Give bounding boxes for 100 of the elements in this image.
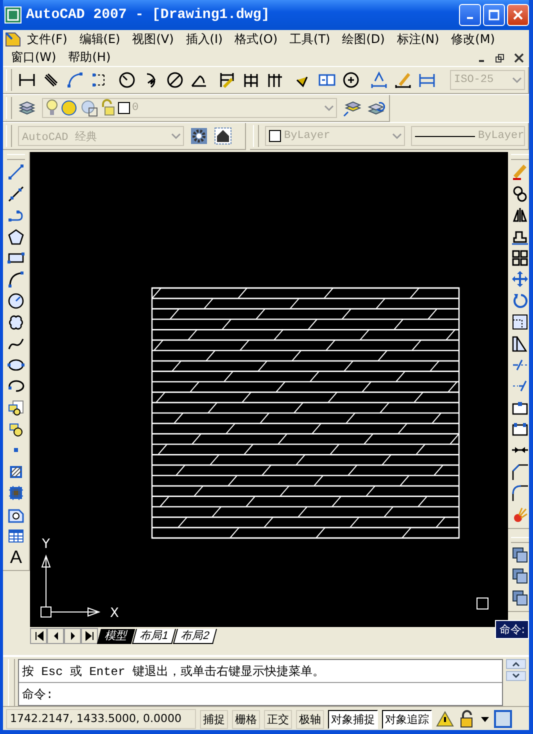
minimize-icon: [478, 60, 484, 62]
insert-block-icon[interactable]: [7, 398, 25, 417]
minimize-icon: [467, 17, 473, 19]
menu-item[interactable]: 窗口(W): [5, 48, 62, 66]
cursor-box: [476, 598, 488, 610]
fillet-icon[interactable]: [510, 484, 528, 502]
center-mark-icon[interactable]: [342, 71, 360, 89]
layout-tab[interactable]: 模型: [97, 628, 135, 644]
next-tab-button[interactable]: [64, 628, 81, 644]
stretch-icon[interactable]: [510, 334, 528, 353]
mirror-icon[interactable]: [510, 206, 528, 224]
menu-item[interactable]: 编辑(E): [73, 30, 126, 48]
house-icon[interactable]: [214, 127, 232, 145]
aligned-dimension-icon[interactable]: [42, 71, 60, 89]
draw-order-icon[interactable]: [510, 546, 528, 564]
baseline-icon[interactable]: [218, 71, 236, 89]
layout-tab[interactable]: 布局2: [173, 628, 218, 644]
continue-dimension-icon[interactable]: [242, 71, 260, 89]
chevron-down-icon: [511, 672, 521, 680]
last-tab-button[interactable]: [81, 628, 98, 644]
command-history: 按 Esc 或 Enter 键退出，或单击右键显示快捷菜单。: [22, 664, 324, 680]
lock-icon: [100, 99, 116, 117]
restore-icon: [495, 52, 505, 62]
break-gap-icon[interactable]: [510, 420, 528, 438]
command-prompt: 命令:: [22, 686, 54, 702]
dimension-text-icon[interactable]: [370, 71, 388, 89]
layout-tab[interactable]: 布局1: [132, 628, 176, 644]
line-icon[interactable]: [7, 163, 25, 182]
layers-icon[interactable]: [18, 99, 36, 117]
array-icon[interactable]: [510, 248, 528, 267]
status-toggle[interactable]: 正交: [264, 710, 292, 728]
status-toggle[interactable]: 极轴: [296, 710, 324, 728]
sun-icon: [60, 99, 78, 117]
maximize-button[interactable]: [483, 4, 505, 26]
document-icon: [5, 31, 21, 47]
skip-back-icon: [34, 631, 44, 641]
arc-length-icon[interactable]: [66, 71, 84, 89]
dropdown-arrow-icon[interactable]: [480, 714, 490, 724]
maximize-icon: [488, 9, 500, 21]
draw-order-icon[interactable]: [510, 567, 528, 586]
rotate-icon[interactable]: [510, 292, 528, 310]
layer-previous-icon[interactable]: [367, 99, 385, 117]
ucs-axes-icon: [40, 554, 100, 618]
grip-handle[interactable]: [8, 659, 15, 706]
layer-name: 0: [132, 102, 140, 114]
radius-icon[interactable]: [118, 71, 136, 89]
menu-item[interactable]: 视图(V): [126, 30, 180, 48]
skip-forward-icon: [84, 631, 94, 641]
polygon-icon[interactable]: [7, 228, 25, 246]
pencil-icon[interactable]: [394, 71, 412, 89]
close-button[interactable]: [507, 4, 529, 26]
minimize-button[interactable]: [459, 4, 481, 26]
table-icon[interactable]: [7, 527, 25, 546]
color-swatch: [118, 102, 130, 114]
menu-item[interactable]: 修改(M): [445, 30, 501, 48]
scale-icon[interactable]: [510, 313, 528, 332]
circle-icon[interactable]: [7, 292, 25, 310]
chevron-up-icon: [511, 660, 521, 668]
move-icon[interactable]: [510, 270, 528, 288]
command-tooltip: 命令:: [495, 620, 529, 639]
app-icon: [4, 6, 22, 24]
bulb-icon: [46, 99, 58, 117]
close-icon: [512, 9, 524, 21]
draw-order-icon[interactable]: [510, 588, 528, 607]
chamfer-icon[interactable]: [510, 462, 528, 481]
make-current-layer-icon[interactable]: [343, 99, 361, 117]
coordinates-display: 1742.2147, 1433.5000, 0.0000: [6, 709, 196, 729]
copy-icon[interactable]: [510, 184, 528, 203]
status-toggle[interactable]: 对象捕捉: [328, 710, 378, 728]
menu-item[interactable]: 帮助(H): [62, 48, 117, 66]
linear-dimension-icon[interactable]: [18, 71, 36, 89]
menu-item[interactable]: 格式(O): [228, 30, 284, 48]
status-toggle[interactable]: 捕捉: [200, 710, 228, 728]
menu-item[interactable]: 工具(T): [284, 30, 336, 48]
window-title: AutoCAD 2007 - [Drawing1.dwg]: [26, 7, 271, 23]
scroll-down-button[interactable]: [506, 671, 526, 681]
close-icon: [514, 52, 524, 62]
menu-item[interactable]: 文件(F): [27, 30, 74, 48]
previous-tab-button[interactable]: [47, 628, 64, 644]
dimension-update-icon[interactable]: [418, 71, 436, 89]
status-toggle[interactable]: 栅格: [232, 710, 260, 728]
revision-cloud-icon[interactable]: [7, 313, 25, 332]
warning-icon[interactable]: [436, 710, 454, 728]
menu-item[interactable]: 标注(N): [390, 30, 446, 48]
scroll-up-button[interactable]: [506, 659, 526, 669]
construction-line-icon[interactable]: [7, 184, 25, 203]
eraser-icon[interactable]: [510, 163, 528, 182]
x-axis-label: X: [110, 606, 119, 621]
arc-icon[interactable]: [7, 270, 25, 288]
menu-item[interactable]: 插入(I): [180, 30, 229, 48]
diameter-icon[interactable]: [166, 71, 184, 89]
status-toggle[interactable]: 对象追踪: [382, 710, 432, 728]
gear-icon[interactable]: [190, 127, 208, 145]
first-tab-button[interactable]: [30, 628, 47, 644]
quick-dimension-icon[interactable]: [266, 71, 284, 89]
menu-item[interactable]: 绘图(D): [336, 30, 391, 48]
gradient-icon[interactable]: [7, 484, 25, 502]
y-axis-label: Y: [42, 537, 50, 552]
text-tool[interactable]: A: [10, 548, 22, 566]
clean-screen-icon[interactable]: [494, 710, 512, 728]
